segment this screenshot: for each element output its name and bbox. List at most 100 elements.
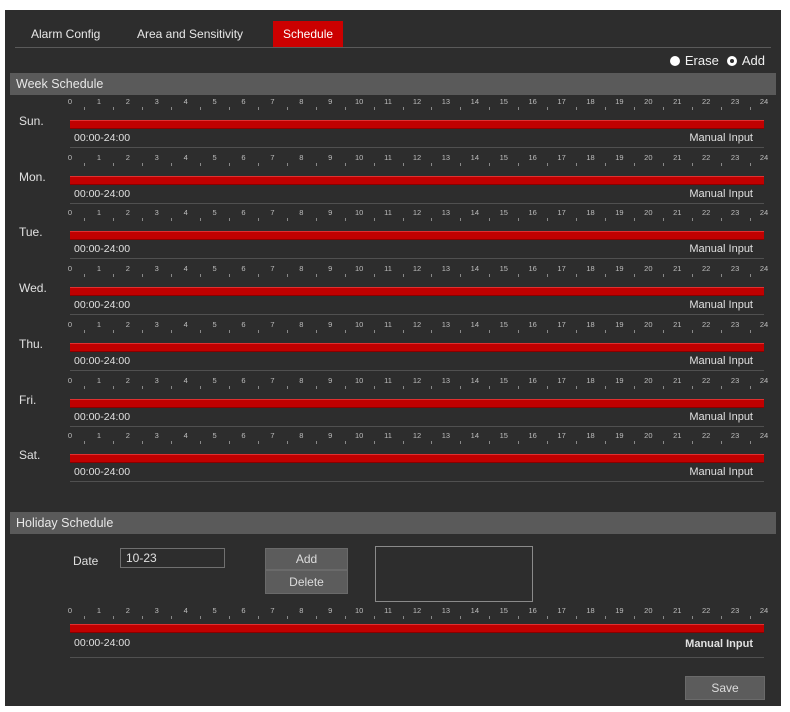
hour-tick-label: 24 — [759, 431, 769, 441]
row-divider — [70, 425, 764, 427]
hour-tick-label: 7 — [270, 319, 275, 329]
hour-tick-label: 18 — [586, 431, 595, 441]
manual-input-link[interactable]: Manual Input — [689, 355, 753, 367]
hour-tick-label: 15 — [499, 606, 508, 615]
half-hour-tick — [200, 441, 202, 445]
hour-tick-label: 18 — [586, 97, 595, 106]
erase-radio-icon[interactable] — [669, 55, 680, 66]
tab-schedule[interactable]: Schedule — [273, 21, 344, 47]
half-hour-tick — [489, 616, 491, 619]
hour-tick-label: 10 — [354, 375, 364, 385]
hour-tick-label: 11 — [384, 431, 392, 441]
tab-area-and-sensitivity[interactable]: Area and Sensitivity — [127, 21, 253, 47]
hour-tick-label: 2 — [125, 606, 130, 615]
half-hour-tick — [402, 385, 404, 389]
holiday-add-button[interactable]: Add — [265, 548, 348, 570]
save-button[interactable]: Save — [685, 676, 765, 700]
half-hour-tick — [547, 441, 549, 445]
hour-tick-label: 17 — [557, 431, 566, 441]
manual-input-link[interactable]: Manual Input — [689, 466, 753, 478]
holiday-date-list[interactable] — [375, 546, 533, 602]
half-hour-tick — [749, 441, 751, 445]
schedule-bar[interactable] — [70, 342, 764, 352]
hour-tick-label: 0 — [67, 152, 73, 162]
hour-tick-label: 3 — [154, 264, 159, 274]
half-hour-tick — [200, 218, 202, 222]
holiday-date-input[interactable] — [120, 548, 225, 568]
hour-tick-label: 4 — [183, 208, 188, 218]
hour-tick-label: 5 — [212, 319, 217, 329]
half-hour-tick — [576, 162, 578, 166]
hour-tick-label: 16 — [528, 431, 537, 441]
hour-scale: 0 1 2 3 4 5 6 7 8 9 10 11 12 13 14 15 16 17 18 19 20 21 22 23 24 — [68, 97, 768, 111]
hour-tick-label: 21 — [673, 375, 682, 385]
half-hour-tick — [460, 218, 462, 222]
hour-tick-label: 7 — [270, 152, 275, 162]
add-radio-icon[interactable] — [726, 55, 737, 66]
holiday-schedule-header: Holiday Schedule — [10, 512, 776, 534]
half-hour-tick — [749, 274, 751, 278]
half-hour-tick — [286, 274, 288, 278]
schedule-bar[interactable] — [70, 398, 764, 408]
hour-tick-label: 2 — [125, 97, 130, 106]
half-hour-tick — [489, 385, 491, 389]
half-hour-tick — [633, 107, 635, 110]
hour-tick-label: 0 — [67, 319, 73, 329]
schedule-bar[interactable] — [70, 454, 764, 464]
half-hour-tick — [518, 218, 520, 222]
schedule-bar[interactable] — [70, 287, 764, 297]
hour-tick-label: 13 — [441, 264, 451, 274]
erase-label[interactable]: Erase — [685, 53, 719, 68]
hour-tick-label: 9 — [328, 375, 333, 385]
hour-scale: 0 1 2 3 4 5 6 7 8 9 10 11 12 13 14 15 16 17 18 19 20 21 22 23 24 — [68, 431, 768, 445]
hour-tick-label: 6 — [241, 375, 246, 385]
half-hour-tick — [604, 218, 606, 222]
hour-tick-label: 21 — [673, 431, 682, 441]
hour-scale: 0 1 2 3 4 5 6 7 8 9 10 11 12 13 14 15 16 17 18 19 20 21 22 23 24 — [68, 375, 768, 390]
half-hour-tick — [402, 274, 404, 278]
half-hour-tick — [431, 616, 433, 619]
tab-alarm-config[interactable]: Alarm Config — [21, 21, 110, 47]
row-divider — [70, 657, 764, 658]
hour-tick-label: 16 — [528, 264, 537, 274]
holiday-manual-input-link[interactable]: Manual Input — [685, 638, 753, 650]
schedule-bar[interactable] — [70, 231, 764, 241]
hour-tick-label: 8 — [299, 431, 304, 441]
half-hour-tick — [691, 107, 693, 110]
row-divider — [70, 481, 764, 483]
half-hour-tick — [257, 329, 259, 333]
manual-input-link[interactable]: Manual Input — [689, 188, 753, 200]
half-hour-tick — [373, 385, 375, 389]
schedule-bar[interactable] — [70, 120, 764, 129]
manual-input-link[interactable]: Manual Input — [689, 243, 753, 255]
half-hour-tick — [547, 616, 549, 619]
half-hour-tick — [460, 274, 462, 278]
hour-tick-label: 11 — [384, 375, 392, 385]
time-range-text: 00:00-24:00 — [74, 466, 131, 479]
hour-tick-label: 11 — [384, 264, 392, 274]
manual-input-link[interactable]: Manual Input — [689, 132, 753, 144]
half-hour-tick — [489, 441, 491, 445]
half-hour-tick — [720, 107, 722, 110]
manual-input-link[interactable]: Manual Input — [689, 411, 753, 423]
holiday-delete-button[interactable]: Delete — [265, 570, 348, 594]
half-hour-tick — [229, 441, 231, 445]
half-hour-tick — [662, 218, 664, 222]
holiday-schedule-bar[interactable] — [70, 624, 764, 633]
hour-tick-label: 14 — [470, 319, 479, 329]
hour-tick-label: 19 — [615, 97, 624, 106]
half-hour-tick — [489, 218, 491, 222]
hour-tick-label: 11 — [384, 152, 392, 162]
hour-scale: 0 1 2 3 4 5 6 7 8 9 10 11 12 13 14 15 16 17 18 19 20 21 22 23 24 — [67, 319, 768, 334]
half-hour-tick — [691, 274, 693, 278]
hour-scale: 0 1 2 3 4 5 6 7 8 9 10 11 12 13 14 15 16 17 18 19 20 21 22 23 24 — [68, 264, 768, 278]
half-hour-tick — [402, 218, 404, 222]
manual-input-link[interactable]: Manual Input — [689, 299, 753, 311]
half-hour-tick — [171, 274, 173, 278]
half-hour-tick — [633, 274, 635, 278]
half-hour-tick — [547, 329, 549, 333]
add-label[interactable]: Add — [742, 53, 765, 68]
schedule-bar[interactable] — [70, 175, 764, 185]
hour-tick-label: 8 — [299, 97, 304, 106]
half-hour-tick — [460, 107, 462, 110]
